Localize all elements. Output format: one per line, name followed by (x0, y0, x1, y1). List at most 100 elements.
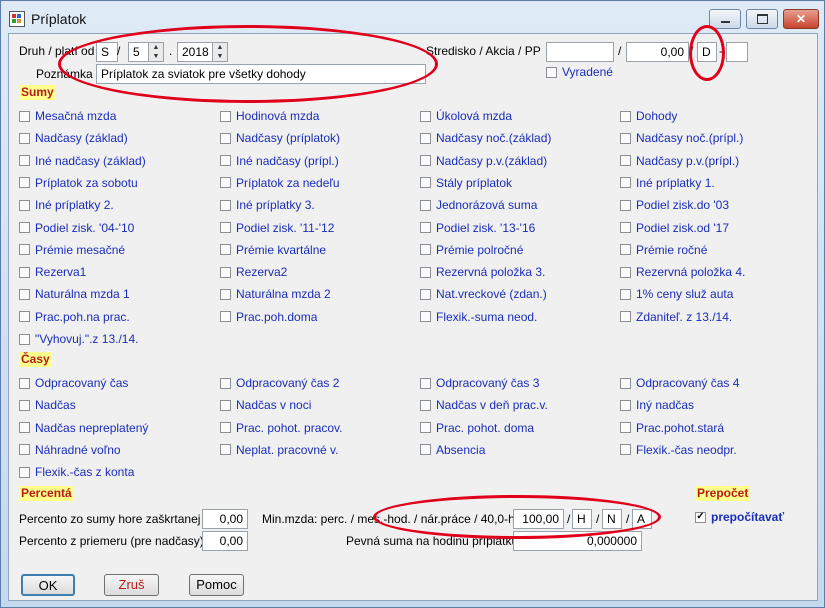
sumy-checkbox[interactable]: Prémie mesačné (19, 243, 125, 257)
minmzda-field[interactable]: 100,00 (513, 509, 564, 529)
sumy-checkbox[interactable]: Rezerva2 (220, 265, 287, 279)
cancel-button[interactable]: Zruš (104, 574, 159, 596)
checkbox-box[interactable] (19, 222, 30, 233)
checkbox-box[interactable] (19, 177, 30, 189)
checkbox-box[interactable] (220, 377, 231, 389)
casy-checkbox[interactable]: Flexik.-čas neodpr. (620, 443, 737, 457)
checkbox-box[interactable] (420, 311, 431, 323)
prepocitavat-checkbox[interactable]: ✓ prepočítavať (695, 510, 784, 524)
n-field[interactable]: N (602, 509, 622, 529)
maximize-button[interactable] (746, 9, 778, 29)
month-field[interactable]: 5 (128, 42, 150, 62)
sumy-checkbox[interactable]: Príplatok za nedeľu (220, 176, 340, 190)
checkbox-box[interactable] (420, 399, 431, 411)
checkbox-box[interactable] (19, 311, 30, 323)
sumy-checkbox[interactable]: Nadčasy (základ) (19, 131, 128, 145)
checkbox-box[interactable] (220, 132, 231, 144)
casy-checkbox[interactable]: Neplat. pracovné v. (220, 443, 339, 457)
casy-checkbox[interactable]: Nadčas v deň prac.v. (420, 398, 548, 412)
month-spinner[interactable]: ▲ ▼ (148, 42, 164, 62)
checkbox-box[interactable] (220, 244, 231, 256)
checkbox-box[interactable] (420, 222, 431, 233)
minimize-button[interactable] (709, 9, 741, 29)
checkbox-box[interactable] (19, 155, 30, 167)
checkbox-box[interactable] (620, 399, 631, 411)
checkbox-box[interactable] (420, 155, 431, 167)
checkbox-box[interactable] (19, 466, 30, 478)
year-spinner[interactable]: ▲ ▼ (212, 42, 228, 62)
checkbox-box[interactable] (420, 110, 431, 122)
checkbox-box[interactable] (620, 444, 631, 456)
checkbox-check-icon[interactable]: ✓ (695, 511, 706, 523)
poznamka-field[interactable]: Príplatok za sviatok pre všetky dohody (96, 64, 426, 84)
spin-down-icon[interactable]: ▼ (213, 52, 227, 61)
sumy-checkbox[interactable]: "Vyhovuj.".z 13./14. (19, 332, 138, 346)
checkbox-box[interactable] (620, 288, 631, 300)
sumy-checkbox[interactable]: Nadčasy p.v.(prípl.) (620, 154, 739, 168)
sumy-checkbox[interactable]: Stály príplatok (420, 176, 512, 190)
checkbox-box[interactable] (19, 377, 30, 389)
sumy-checkbox[interactable]: Iné nadčasy (prípl.) (220, 154, 339, 168)
checkbox-box[interactable] (19, 399, 30, 411)
sumy-checkbox[interactable]: Podiel zisk. '04-'10 (19, 221, 134, 235)
stredisko-field[interactable] (546, 42, 614, 62)
checkbox-box[interactable] (620, 222, 631, 233)
sumy-checkbox[interactable]: Podiel zisk. '11-'12 (220, 221, 334, 235)
checkbox-box[interactable] (420, 177, 431, 189)
pevna-suma-field[interactable]: 0,000000 (513, 531, 642, 551)
checkbox-box[interactable] (19, 444, 30, 456)
spin-up-icon[interactable]: ▲ (149, 43, 163, 52)
casy-checkbox[interactable]: Odpracovaný čas 4 (620, 376, 739, 390)
checkbox-box[interactable] (620, 266, 631, 278)
casy-checkbox[interactable]: Odpracovaný čas 2 (220, 376, 339, 390)
sumy-checkbox[interactable]: Rezervná položka 3. (420, 265, 545, 279)
checkbox-box[interactable] (420, 132, 431, 144)
sumy-checkbox[interactable]: Prac.poh.doma (220, 310, 317, 324)
ok-button[interactable]: OK (21, 574, 75, 596)
sumy-checkbox[interactable]: Hodinová mzda (220, 109, 319, 123)
casy-checkbox[interactable]: Nadčas (19, 398, 76, 412)
checkbox-box[interactable] (19, 266, 30, 278)
sumy-checkbox[interactable]: Prémie kvartálne (220, 243, 326, 257)
casy-checkbox[interactable]: Odpracovaný čas (19, 376, 128, 390)
checkbox-box[interactable] (19, 199, 30, 211)
checkbox-box[interactable] (620, 132, 631, 144)
sumy-checkbox[interactable]: 1% ceny služ auta (620, 287, 733, 301)
pp-extra-field[interactable] (726, 42, 748, 62)
checkbox-box[interactable] (220, 266, 231, 278)
checkbox-box[interactable] (420, 199, 431, 211)
casy-checkbox[interactable]: Nadčas nepreplatený (19, 421, 148, 435)
z-priemeru-field[interactable]: 0,00 (202, 531, 248, 551)
casy-checkbox[interactable]: Odpracovaný čas 3 (420, 376, 539, 390)
checkbox-box[interactable] (220, 311, 231, 323)
sumy-checkbox[interactable]: Naturálna mzda 1 (19, 287, 130, 301)
sumy-checkbox[interactable]: Mesačná mzda (19, 109, 116, 123)
checkbox-box[interactable] (420, 266, 431, 278)
sumy-checkbox[interactable]: Nadčasy (príplatok) (220, 131, 340, 145)
sumy-checkbox[interactable]: Iné príplatky 1. (620, 176, 715, 190)
sumy-checkbox[interactable]: Podiel zisk.od '17 (620, 221, 729, 235)
sumy-checkbox[interactable]: Iné nadčasy (základ) (19, 154, 146, 168)
spin-up-icon[interactable]: ▲ (213, 43, 227, 52)
checkbox-box[interactable] (620, 177, 631, 189)
spin-down-icon[interactable]: ▼ (149, 52, 163, 61)
checkbox-box[interactable] (220, 155, 231, 167)
checkbox-box[interactable] (220, 288, 231, 300)
a-field[interactable]: A (632, 509, 652, 529)
sumy-checkbox[interactable]: Nadčasy p.v.(základ) (420, 154, 547, 168)
sumy-checkbox[interactable]: Rezervná položka 4. (620, 265, 745, 279)
checkbox-box[interactable] (420, 444, 431, 456)
checkbox-box[interactable] (220, 422, 231, 434)
checkbox-box[interactable] (19, 333, 30, 345)
checkbox-box[interactable] (19, 244, 30, 256)
checkbox-box[interactable] (220, 199, 231, 211)
checkbox-box[interactable] (420, 377, 431, 389)
checkbox-box[interactable] (546, 66, 557, 78)
sumy-checkbox[interactable]: Prémie ročné (620, 243, 707, 257)
checkbox-box[interactable] (620, 155, 631, 167)
sumy-checkbox[interactable]: Nat.vreckové (zdan.) (420, 287, 547, 301)
sumy-checkbox[interactable]: Nadčasy noč.(základ) (420, 131, 551, 145)
akcia-field[interactable]: 0,00 (626, 42, 689, 62)
checkbox-box[interactable] (220, 110, 231, 122)
casy-checkbox[interactable]: Flexik.-čas z konta (19, 465, 134, 479)
